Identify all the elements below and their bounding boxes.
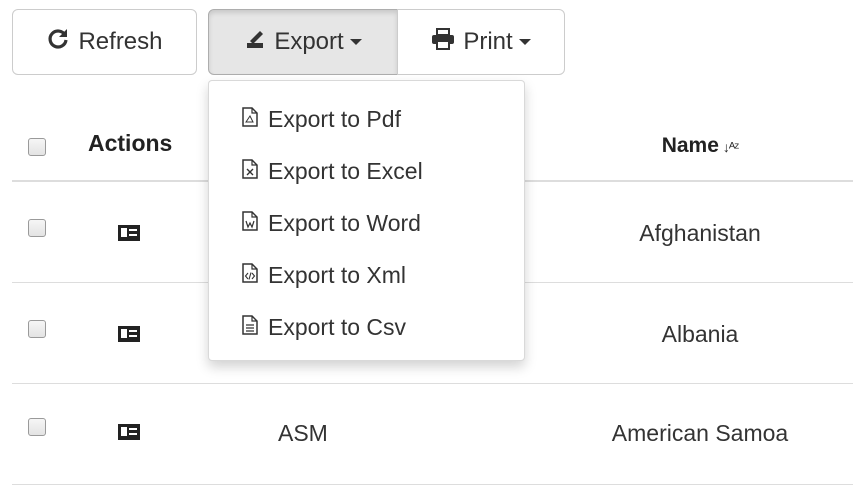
export-pdf-menu-item[interactable]: Export to Pdf: [209, 93, 524, 145]
export-button[interactable]: Export: [208, 9, 398, 75]
toolbar: Refresh Export Print: [12, 9, 565, 75]
id-card-icon[interactable]: [118, 326, 140, 347]
export-word-label: Export to Word: [268, 209, 421, 236]
row-name: American Samoa: [611, 420, 789, 446]
export-csv-label: Export to Csv: [268, 313, 407, 340]
select-all-checkbox[interactable]: [28, 138, 46, 156]
print-icon: [431, 27, 463, 57]
sort-alpha-asc-icon: ↓ᴬᶻ: [722, 139, 739, 155]
actions-column-header: Actions: [88, 130, 173, 156]
name-header-label: Name: [661, 134, 719, 157]
export-icon: [244, 28, 274, 57]
xml-file-icon: [242, 262, 268, 289]
export-dropdown-menu: Export to Pdf Export to Excel Export to …: [208, 80, 525, 361]
print-label: Print: [463, 28, 513, 55]
pdf-file-icon: [242, 106, 268, 133]
export-pdf-label: Export to Pdf: [268, 105, 401, 132]
refresh-label: Refresh: [78, 28, 163, 55]
table-row: ASM American Samoa: [12, 384, 853, 485]
row-name: Afghanistan: [639, 220, 761, 246]
export-csv-menu-item[interactable]: Export to Csv: [209, 301, 524, 353]
export-excel-label: Export to Excel: [268, 157, 423, 184]
row-code: ASM: [278, 420, 328, 446]
export-label: Export: [274, 28, 344, 55]
excel-file-icon: [242, 158, 268, 185]
print-caret-icon: [518, 39, 531, 45]
print-button[interactable]: Print: [397, 9, 565, 75]
export-xml-menu-item[interactable]: Export to Xml: [209, 249, 524, 301]
export-excel-menu-item[interactable]: Export to Excel: [209, 145, 524, 197]
row-checkbox[interactable]: [28, 219, 46, 237]
id-card-icon[interactable]: [118, 225, 140, 246]
export-word-menu-item[interactable]: Export to Word: [209, 197, 524, 249]
name-column-header[interactable]: Name ↓ᴬᶻ: [592, 134, 808, 158]
row-checkbox[interactable]: [28, 320, 46, 338]
refresh-icon: [46, 27, 78, 58]
id-card-icon[interactable]: [118, 424, 140, 445]
refresh-button[interactable]: Refresh: [12, 9, 197, 75]
csv-file-icon: [242, 314, 268, 341]
row-name: Albania: [661, 321, 739, 347]
export-caret-icon: [349, 39, 362, 45]
export-xml-label: Export to Xml: [268, 261, 407, 288]
row-checkbox[interactable]: [28, 418, 46, 436]
word-file-icon: [242, 210, 268, 237]
export-print-group: Export Print: [208, 9, 565, 75]
